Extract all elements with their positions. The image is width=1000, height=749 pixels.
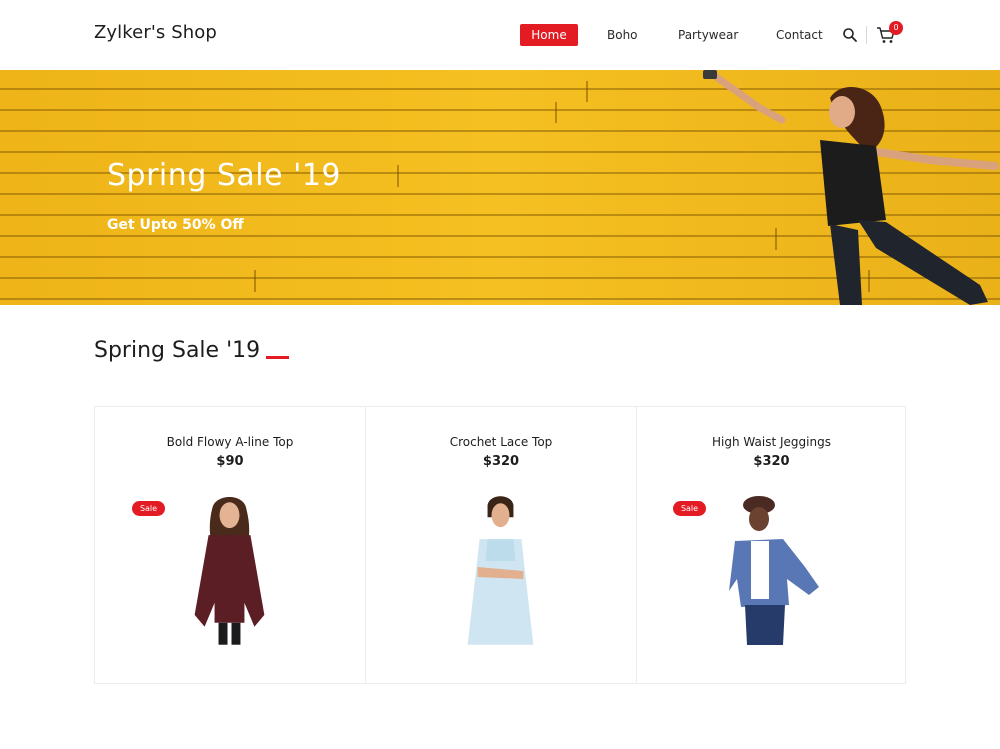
sale-badge: Sale	[673, 501, 706, 516]
product-card[interactable]: Bold Flowy A-line Top $90 Sale	[95, 407, 366, 683]
product-name[interactable]: Crochet Lace Top	[366, 435, 636, 449]
header-divider	[866, 26, 867, 44]
site-logo[interactable]: Zylker's Shop	[94, 22, 217, 43]
banner-title: Spring Sale '19	[107, 158, 342, 193]
banner-subtitle: Get Upto 50% Off	[107, 217, 244, 233]
product-name[interactable]: High Waist Jeggings	[637, 435, 906, 449]
product-image[interactable]	[366, 495, 636, 645]
search-icon[interactable]	[842, 27, 858, 43]
product-grid: Bold Flowy A-line Top $90 Sale Crochet L…	[94, 406, 906, 684]
cart-count-badge: 0	[889, 21, 903, 35]
plank-joint	[397, 165, 399, 187]
product-price: $320	[753, 454, 790, 469]
product-card[interactable]: High Waist Jeggings $320 Sale	[637, 407, 906, 683]
product-price: $320	[482, 454, 520, 469]
section-title: Spring Sale '19	[94, 338, 261, 363]
product-name[interactable]: Bold Flowy A-line Top	[95, 435, 365, 449]
product-image[interactable]	[637, 495, 906, 645]
product-image[interactable]	[95, 495, 365, 645]
nav-home[interactable]: Home	[520, 24, 578, 46]
site-header: Zylker's Shop Home Boho Partywear Contac…	[0, 0, 1000, 70]
plank-joint	[254, 270, 256, 292]
plank-joint	[586, 81, 588, 102]
section-underline	[266, 356, 289, 359]
nav-partywear[interactable]: Partywear	[678, 24, 738, 46]
nav-boho[interactable]: Boho	[607, 24, 638, 46]
product-price: $90	[216, 454, 244, 469]
sale-badge: Sale	[132, 501, 165, 516]
plank-joint	[555, 102, 557, 123]
hero-banner: Spring Sale '19 Get Upto 50% Off	[0, 70, 1000, 305]
product-card[interactable]: Crochet Lace Top $320	[366, 407, 637, 683]
banner-model-image	[703, 70, 999, 305]
nav-contact[interactable]: Contact	[776, 24, 823, 46]
